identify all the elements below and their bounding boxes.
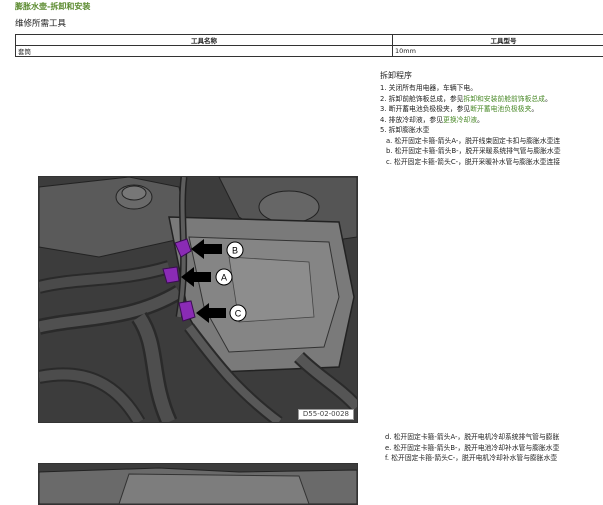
tools-table-header-row: 工具名称 工具型号 (16, 35, 603, 46)
second-figure (38, 463, 358, 505)
step-text: 3. 断开蓄电池负极极夹，参见 (380, 105, 470, 113)
page-title: 膨胀水壶-拆卸和安装 (15, 1, 90, 12)
link-battery-negative-clamp[interactable]: 断开蓄电池负极极夹 (470, 105, 531, 113)
step-text: 1. 关闭所有用电器，车辆下电。 (380, 84, 477, 92)
engine-bay-illustration: B A C (39, 177, 357, 422)
step-3: 3. 断开蓄电池负极极夹，参见断开蓄电池负极极夹。 (380, 104, 603, 115)
link-front-trim-panel[interactable]: 拆卸和安装前舱前饰板总成 (463, 95, 545, 103)
step-text: 5. 拆卸膨胀水壶 (380, 126, 429, 134)
substep-a: a. 松开固定卡箍-箭头A-，脱开线束固定卡扣与膨胀水壶连 (380, 136, 603, 147)
substep-b: b. 松开固定卡箍-箭头B-，脱开采暖系统排气管与膨胀水壶 (380, 146, 603, 157)
step-1: 1. 关闭所有用电器，车辆下电。 (380, 83, 603, 94)
step-4: 4. 排放冷却液，参见更换冷却液。 (380, 115, 603, 126)
second-figure-illustration (39, 464, 357, 504)
step-5: 5. 拆卸膨胀水壶 (380, 125, 603, 136)
procedure-heading: 拆卸程序 (380, 70, 603, 81)
callout-c-label: C (235, 309, 242, 319)
step-text-suffix: 。 (477, 116, 484, 124)
removal-procedure: 拆卸程序 1. 关闭所有用电器，车辆下电。 2. 拆卸前舱饰板总成，参见拆卸和安… (380, 70, 603, 167)
substep-f: f. 松开固定卡箍-箭头C-，脱开电机冷却补水管与膨胀水壶 (385, 453, 603, 464)
tools-table: 工具名称 工具型号 套筒 10mm (15, 34, 603, 57)
callout-b-label: B (232, 246, 238, 256)
tool-name-cell: 套筒 (16, 46, 393, 57)
substep-c: c. 松开固定卡箍-箭头C-，脱开采暖补水管与膨胀水壶连接 (380, 157, 603, 168)
figure-code: D55-02-0028 (298, 409, 354, 420)
tool-model-cell: 10mm (393, 46, 603, 57)
step-2: 2. 拆卸前舱饰板总成，参见拆卸和安装前舱前饰板总成。 (380, 94, 603, 105)
expansion-tank-figure: B A C D55-02-0028 (38, 176, 358, 423)
substep-d: d. 松开固定卡箍-箭头A-，脱开电机冷却系统排气管与膨胀 (385, 432, 603, 443)
step-text: 4. 排放冷却液，参见 (380, 116, 443, 124)
step-text: 2. 拆卸前舱饰板总成，参见 (380, 95, 463, 103)
callout-a-label: A (221, 273, 227, 283)
removal-procedure-continued: d. 松开固定卡箍-箭头A-，脱开电机冷却系统排气管与膨胀 e. 松开固定卡箍-… (385, 432, 603, 464)
substep-e: e. 松开固定卡箍-箭头B-，脱开电池冷却补水管与膨胀水壶 (385, 443, 603, 454)
tool-name-header: 工具名称 (16, 35, 393, 46)
link-replace-coolant[interactable]: 更换冷却液 (443, 116, 477, 124)
tools-required-heading: 维修所需工具 (15, 17, 66, 29)
step-text-suffix: 。 (545, 95, 552, 103)
table-row: 套筒 10mm (16, 46, 603, 57)
tool-model-header: 工具型号 (393, 35, 603, 46)
step-text-suffix: 。 (531, 105, 538, 113)
